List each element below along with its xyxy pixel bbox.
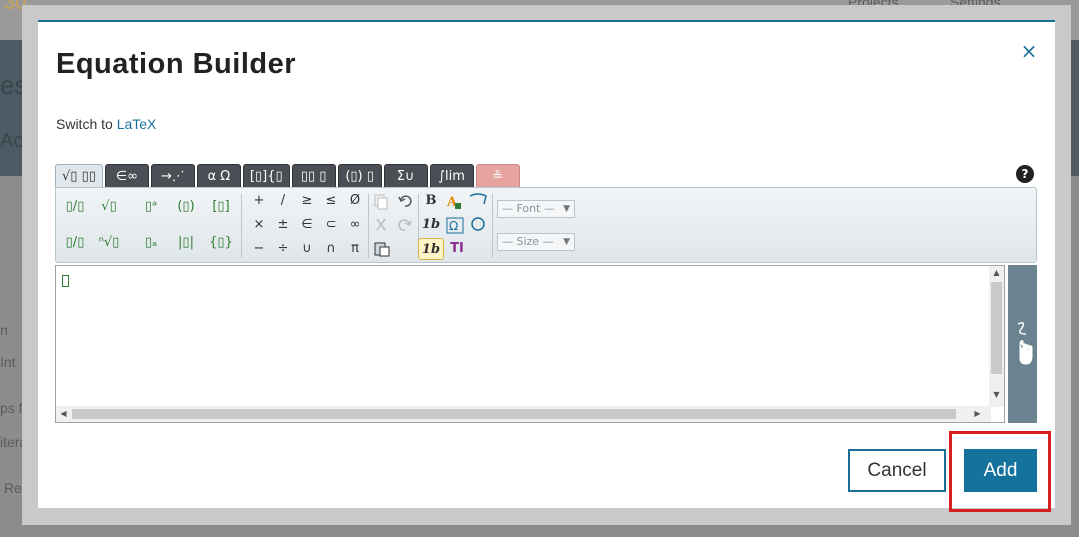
tab-sets[interactable]: ∈∞ bbox=[104, 164, 149, 188]
handwriting-hand-icon bbox=[1017, 321, 1033, 365]
subscript-button[interactable]: ▯ₐ bbox=[138, 232, 164, 254]
scroll-down-icon[interactable]: ▼ bbox=[989, 390, 1004, 399]
scroll-up-icon[interactable]: ▲ bbox=[989, 268, 1004, 277]
subset-button[interactable]: ⊂ bbox=[318, 214, 344, 236]
svg-text:Ω: Ω bbox=[449, 219, 458, 233]
intersection-button[interactable]: ∩ bbox=[318, 238, 344, 260]
background-subheading: Ac bbox=[0, 130, 24, 152]
omega-symbol-icon[interactable]: Ω bbox=[446, 217, 464, 234]
tab-scripts[interactable]: ▯▯ ▯ bbox=[291, 164, 336, 188]
infinity-button[interactable]: ∞ bbox=[342, 214, 368, 236]
tab-greek[interactable]: α Ω bbox=[196, 164, 241, 188]
element-of-button[interactable]: ∈ bbox=[294, 214, 320, 236]
switch-prefix: Switch to bbox=[56, 116, 117, 132]
chevron-down-icon: ▼ bbox=[563, 237, 570, 247]
tab-chemistry[interactable]: ≗ bbox=[475, 164, 520, 188]
tab-radicals[interactable]: √▯ ▯▯ bbox=[55, 164, 103, 188]
palette-separator bbox=[241, 194, 242, 258]
leq-button[interactable]: ≤ bbox=[318, 190, 344, 212]
close-icon[interactable]: × bbox=[1018, 40, 1040, 62]
text-insert-button[interactable]: TI bbox=[444, 238, 470, 260]
horizontal-scrollbar[interactable]: ◀ ▶ bbox=[56, 406, 991, 422]
times-button[interactable]: × bbox=[246, 214, 272, 236]
cancel-button[interactable]: Cancel bbox=[848, 449, 946, 492]
bold-button[interactable]: B bbox=[418, 190, 444, 212]
handwriting-panel[interactable] bbox=[1008, 265, 1037, 423]
redo-icon[interactable] bbox=[398, 218, 412, 232]
italic-button[interactable]: 1b bbox=[418, 214, 444, 236]
background-text: ps f bbox=[0, 400, 23, 416]
tab-accents[interactable]: (▯) ▯ bbox=[337, 164, 382, 188]
horizontal-scroll-thumb[interactable] bbox=[72, 409, 956, 419]
switch-to-latex-text: Switch to LaTeX bbox=[56, 116, 156, 132]
inline-fraction-button[interactable]: ▯/▯ bbox=[62, 232, 88, 254]
symbol-palette: ▯/▯ √▯ ▯ᵃ (▯) [▯] ▯/▯ ⁿ√▯ ▯ₐ |▯| {▯} + /… bbox=[55, 187, 1037, 263]
vertical-scrollbar[interactable]: ▲ ▼ bbox=[989, 266, 1004, 407]
tab-arrows[interactable]: →⋰ bbox=[150, 164, 195, 188]
equation-builder-dialog: Equation Builder × Switch to LaTeX √▯ ▯▯… bbox=[38, 20, 1055, 508]
brackets-button[interactable]: [▯] bbox=[208, 196, 234, 218]
size-select-label: — Size — bbox=[502, 235, 554, 248]
parentheses-button[interactable]: (▯) bbox=[173, 196, 199, 218]
undo-icon[interactable] bbox=[398, 194, 412, 208]
nth-root-button[interactable]: ⁿ√▯ bbox=[96, 232, 122, 254]
size-select[interactable]: — Size — ▼ bbox=[497, 233, 575, 251]
text-style-icon[interactable] bbox=[468, 192, 488, 208]
minus-button[interactable]: − bbox=[246, 238, 272, 260]
math-italic-button[interactable]: 1b bbox=[418, 238, 444, 260]
help-icon[interactable]: ? bbox=[1016, 165, 1034, 183]
geq-button[interactable]: ≥ bbox=[294, 190, 320, 212]
palette-separator bbox=[492, 194, 493, 258]
union-button[interactable]: ∪ bbox=[294, 238, 320, 260]
paste-icon[interactable] bbox=[374, 241, 390, 257]
font-select-label: — Font — bbox=[502, 202, 555, 215]
font-select[interactable]: — Font — ▼ bbox=[497, 200, 575, 218]
plus-minus-button[interactable]: ± bbox=[270, 214, 296, 236]
fraction-button[interactable]: ▯/▯ bbox=[62, 196, 88, 218]
cut-icon[interactable] bbox=[374, 218, 388, 232]
equation-toolbar-tabs: √▯ ▯▯ ∈∞ →⋰ α Ω [▯]{▯ ▯▯ ▯ (▯) ▯ Σ∪ ∫lim… bbox=[55, 164, 520, 188]
scroll-right-icon[interactable]: ▶ bbox=[970, 409, 985, 418]
tab-operators[interactable]: Σ∪ bbox=[383, 164, 428, 188]
text-color-icon[interactable]: A bbox=[446, 194, 462, 210]
equation-placeholder-box[interactable] bbox=[62, 275, 69, 287]
background-text: Int bbox=[0, 354, 16, 370]
plus-button[interactable]: + bbox=[246, 190, 272, 212]
tab-matrices[interactable]: [▯]{▯ bbox=[242, 164, 290, 188]
divide-button[interactable]: ÷ bbox=[270, 238, 296, 260]
background-text: Re bbox=[4, 480, 22, 496]
math-style-icon[interactable] bbox=[468, 216, 488, 232]
dialog-title: Equation Builder bbox=[56, 48, 296, 80]
vertical-scroll-thumb[interactable] bbox=[991, 282, 1002, 374]
sqrt-button[interactable]: √▯ bbox=[96, 196, 122, 218]
latex-link[interactable]: LaTeX bbox=[117, 116, 157, 132]
add-button[interactable]: Add bbox=[964, 449, 1037, 492]
palette-separator bbox=[368, 194, 369, 258]
copy-icon[interactable] bbox=[374, 194, 388, 210]
background-text: n bbox=[0, 322, 8, 338]
braces-button[interactable]: {▯} bbox=[208, 232, 234, 254]
superscript-button[interactable]: ▯ᵃ bbox=[138, 196, 164, 218]
equation-editor[interactable]: ▲ ▼ ◀ ▶ bbox=[55, 265, 1005, 423]
tab-calculus[interactable]: ∫lim bbox=[429, 164, 474, 188]
slash-button[interactable]: / bbox=[270, 190, 296, 212]
pi-button[interactable]: π bbox=[342, 238, 368, 260]
absolute-value-button[interactable]: |▯| bbox=[173, 232, 199, 254]
empty-set-button[interactable]: Ø bbox=[342, 190, 368, 212]
scroll-left-icon[interactable]: ◀ bbox=[56, 409, 71, 418]
chevron-down-icon: ▼ bbox=[563, 204, 570, 214]
